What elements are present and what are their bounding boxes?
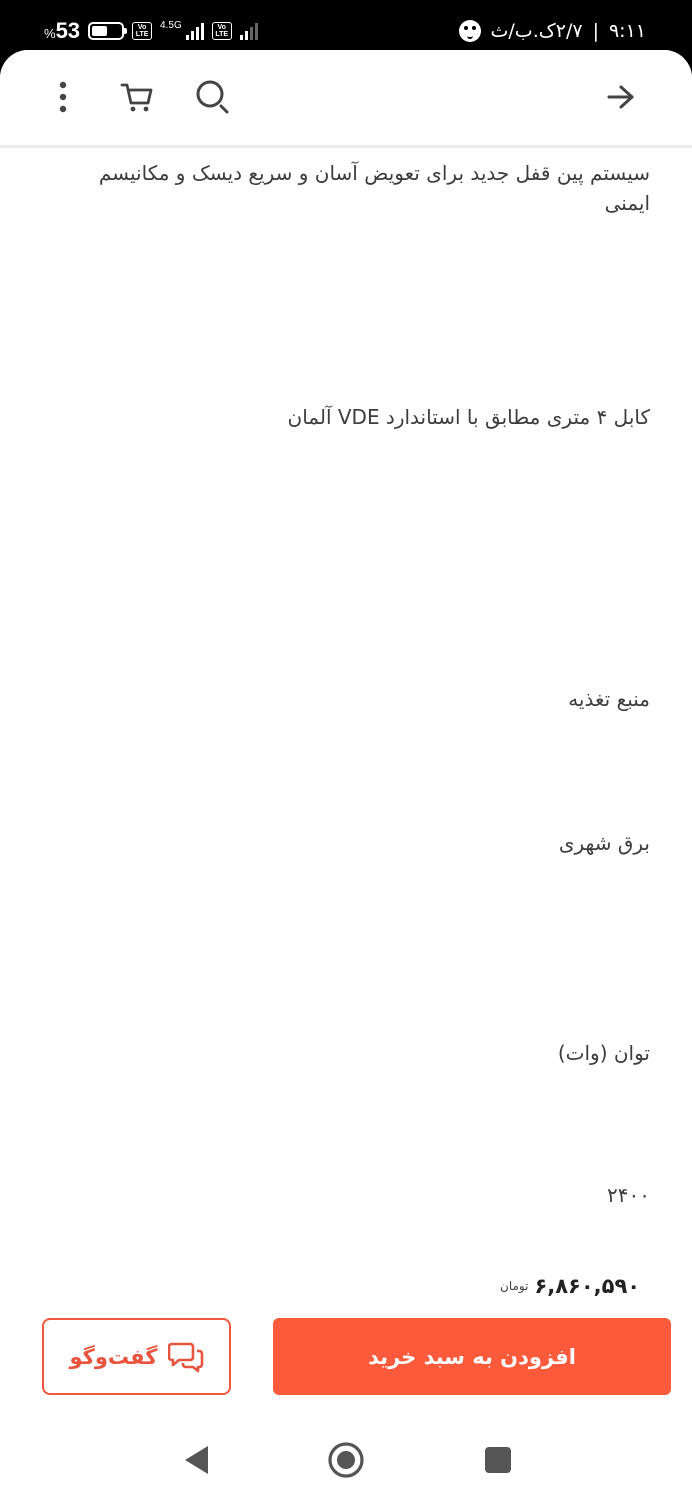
more-vertical-icon <box>59 81 67 113</box>
battery-percent: %53 <box>44 18 81 43</box>
network-type-label: 4.5G <box>160 19 182 31</box>
spec-feature-pin-lock: سیستم پین قفل جدید برای تعویض آسان و سری… <box>98 161 650 215</box>
search-icon <box>196 80 229 114</box>
app-window: سیستم پین قفل جدید برای تعویض آسان و سری… <box>0 50 692 1500</box>
nav-back-button[interactable] <box>175 1438 219 1482</box>
spec-value-power-watt: ۲۴۰۰ <box>607 1183 650 1207</box>
spec-label-power-watt: توان (وات) <box>557 1041 650 1065</box>
data-rate: ۲/۷ک.ب/ث <box>490 20 583 42</box>
status-right-group: ۹:۱۱ | ۲/۷ک.ب/ث <box>458 16 646 46</box>
square-recents-icon <box>485 1447 511 1473</box>
clock: ۹:۱۱ <box>608 20 646 42</box>
notification-face-icon <box>458 20 481 42</box>
more-options-button[interactable] <box>38 72 88 122</box>
signal-strength-icon <box>185 22 204 40</box>
arrow-right-icon <box>607 85 634 109</box>
price-row: تومان ۶,۸۶۰,۵۹۰ <box>0 1270 692 1310</box>
nav-recents-button[interactable] <box>476 1438 520 1482</box>
price: تومان ۶,۸۶۰,۵۹۰ <box>500 1274 640 1298</box>
cart-icon <box>120 83 153 112</box>
price-currency: تومان <box>500 1279 529 1293</box>
spec-label-power-source: منبع تغذیه <box>568 687 650 711</box>
status-left-group: %53 Vo LTE 4.5G Vo LTE <box>44 16 258 46</box>
search-button[interactable] <box>188 72 238 122</box>
chat-button-label: گفت‌وگو <box>69 1344 158 1369</box>
chat-button[interactable]: گفت‌وگو <box>42 1318 231 1395</box>
cart-button[interactable] <box>112 72 162 122</box>
triangle-back-icon <box>185 1446 208 1474</box>
nav-home-button[interactable] <box>324 1438 368 1482</box>
product-specs: سیستم پین قفل جدید برای تعویض آسان و سری… <box>0 148 692 1298</box>
circle-home-icon <box>328 1442 364 1478</box>
battery-fill <box>92 26 107 36</box>
volte-icon-sim2: Vo LTE <box>211 22 232 40</box>
chat-bubbles-icon <box>167 1342 203 1372</box>
price-amount: ۶,۸۶۰,۵۹۰ <box>534 1274 641 1298</box>
signal-strength-icon-sim2 <box>239 22 258 40</box>
volte-icon: Vo LTE <box>132 22 153 40</box>
spec-feature-cable: کابل ۴ متری مطابق با استاندارد VDE آلمان <box>287 405 651 429</box>
spec-value-power-source: برق شهری <box>558 831 650 855</box>
phone-screen: %53 Vo LTE 4.5G Vo LTE ۹:۱۱ | ۲/۷ک.ب/ث س… <box>0 0 692 1500</box>
battery-icon <box>88 22 128 40</box>
status-separator: | <box>592 20 599 42</box>
add-to-cart-button[interactable]: افزودن به سبد خرید <box>273 1318 671 1395</box>
add-to-cart-label: افزودن به سبد خرید <box>368 1344 576 1369</box>
back-button[interactable] <box>596 72 646 122</box>
toolbar <box>0 50 692 148</box>
system-nav-bar <box>0 1420 692 1500</box>
